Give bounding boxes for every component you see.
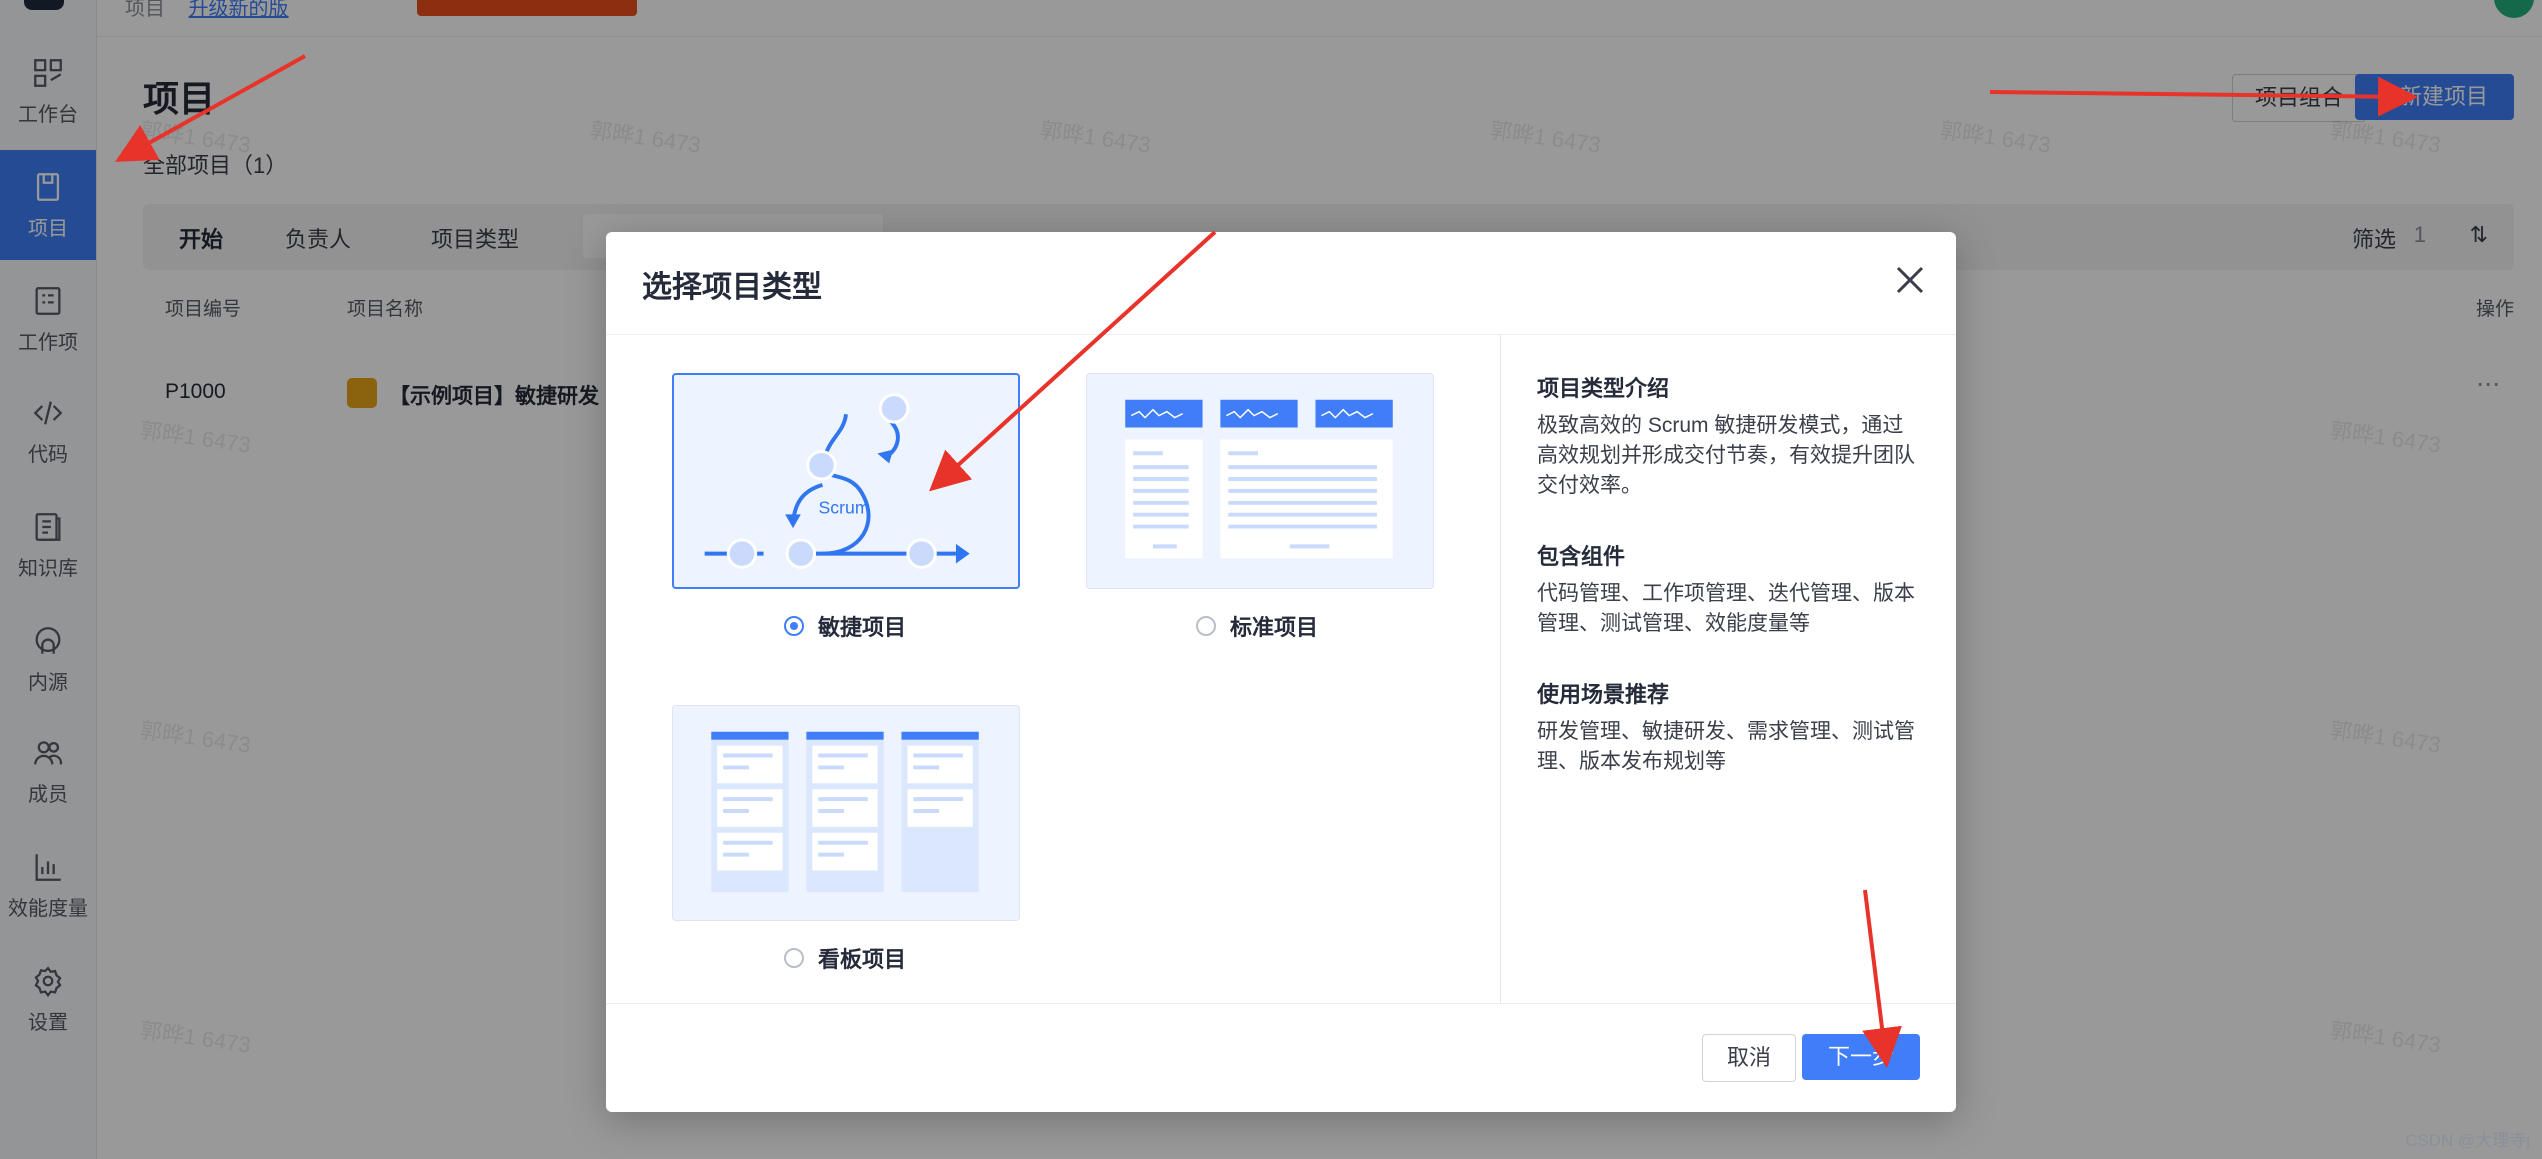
standard-project-radio[interactable]: 标准项目 — [1196, 610, 1318, 642]
kanban-project-label: 看板项目 — [818, 947, 907, 972]
intro-heading: 项目类型介绍 — [1537, 376, 1670, 401]
scrum-label: Scrum — [819, 497, 870, 517]
project-type-info-panel: 项目类型介绍 极致高效的 Scrum 敏捷研发模式，通过高效规划并形成交付节奏，… — [1500, 335, 1956, 1003]
kanban-project-radio[interactable]: 看板项目 — [784, 942, 906, 974]
scenarios-text: 研发管理、敏捷研发、需求管理、测试管理、版本发布规划等 — [1537, 720, 1915, 773]
dialog-body: Scrum 敏捷项目 标准项目 看板项目 项目类型介绍 极致高效的 Scrum … — [606, 335, 1956, 1003]
radio-button[interactable] — [784, 616, 804, 636]
standard-project-card[interactable] — [1086, 373, 1434, 589]
standard-illustration — [1125, 399, 1393, 559]
close-icon[interactable] — [1892, 262, 1928, 298]
source-credit: CSDN @大理寺j — [2405, 1131, 2530, 1150]
kanban-illustration — [711, 731, 979, 893]
agile-project-card[interactable]: Scrum — [672, 373, 1020, 589]
agile-project-radio[interactable]: 敏捷项目 — [784, 610, 906, 642]
dialog-header: 选择项目类型 — [606, 232, 1956, 335]
agile-project-label: 敏捷项目 — [818, 615, 907, 640]
scrum-illustration: Scrum — [704, 393, 970, 569]
next-step-button[interactable]: 下一步 — [1801, 1034, 1920, 1080]
standard-project-label: 标准项目 — [1230, 615, 1319, 640]
kanban-project-card[interactable] — [672, 705, 1020, 921]
radio-button[interactable] — [784, 948, 804, 968]
components-text: 代码管理、工作项管理、迭代管理、版本管理、测试管理、效能度量等 — [1537, 582, 1915, 635]
cancel-button[interactable]: 取消 — [1701, 1034, 1796, 1082]
radio-button[interactable] — [1196, 616, 1216, 636]
intro-text: 极致高效的 Scrum 敏捷研发模式，通过高效规划并形成交付节奏，有效提升团队交… — [1537, 414, 1915, 497]
dialog-footer: 取消 下一步 — [606, 1003, 1956, 1112]
project-type-options: Scrum 敏捷项目 标准项目 看板项目 — [606, 335, 1500, 1003]
dialog-title: 选择项目类型 — [642, 271, 822, 304]
components-heading: 包含组件 — [1537, 544, 1626, 569]
select-project-type-dialog: 选择项目类型 Scrum 敏捷项目 标准项目 看板项目 项目类型介绍 极致高效的… — [606, 232, 1956, 1112]
scenarios-heading: 使用场景推荐 — [1537, 682, 1670, 707]
